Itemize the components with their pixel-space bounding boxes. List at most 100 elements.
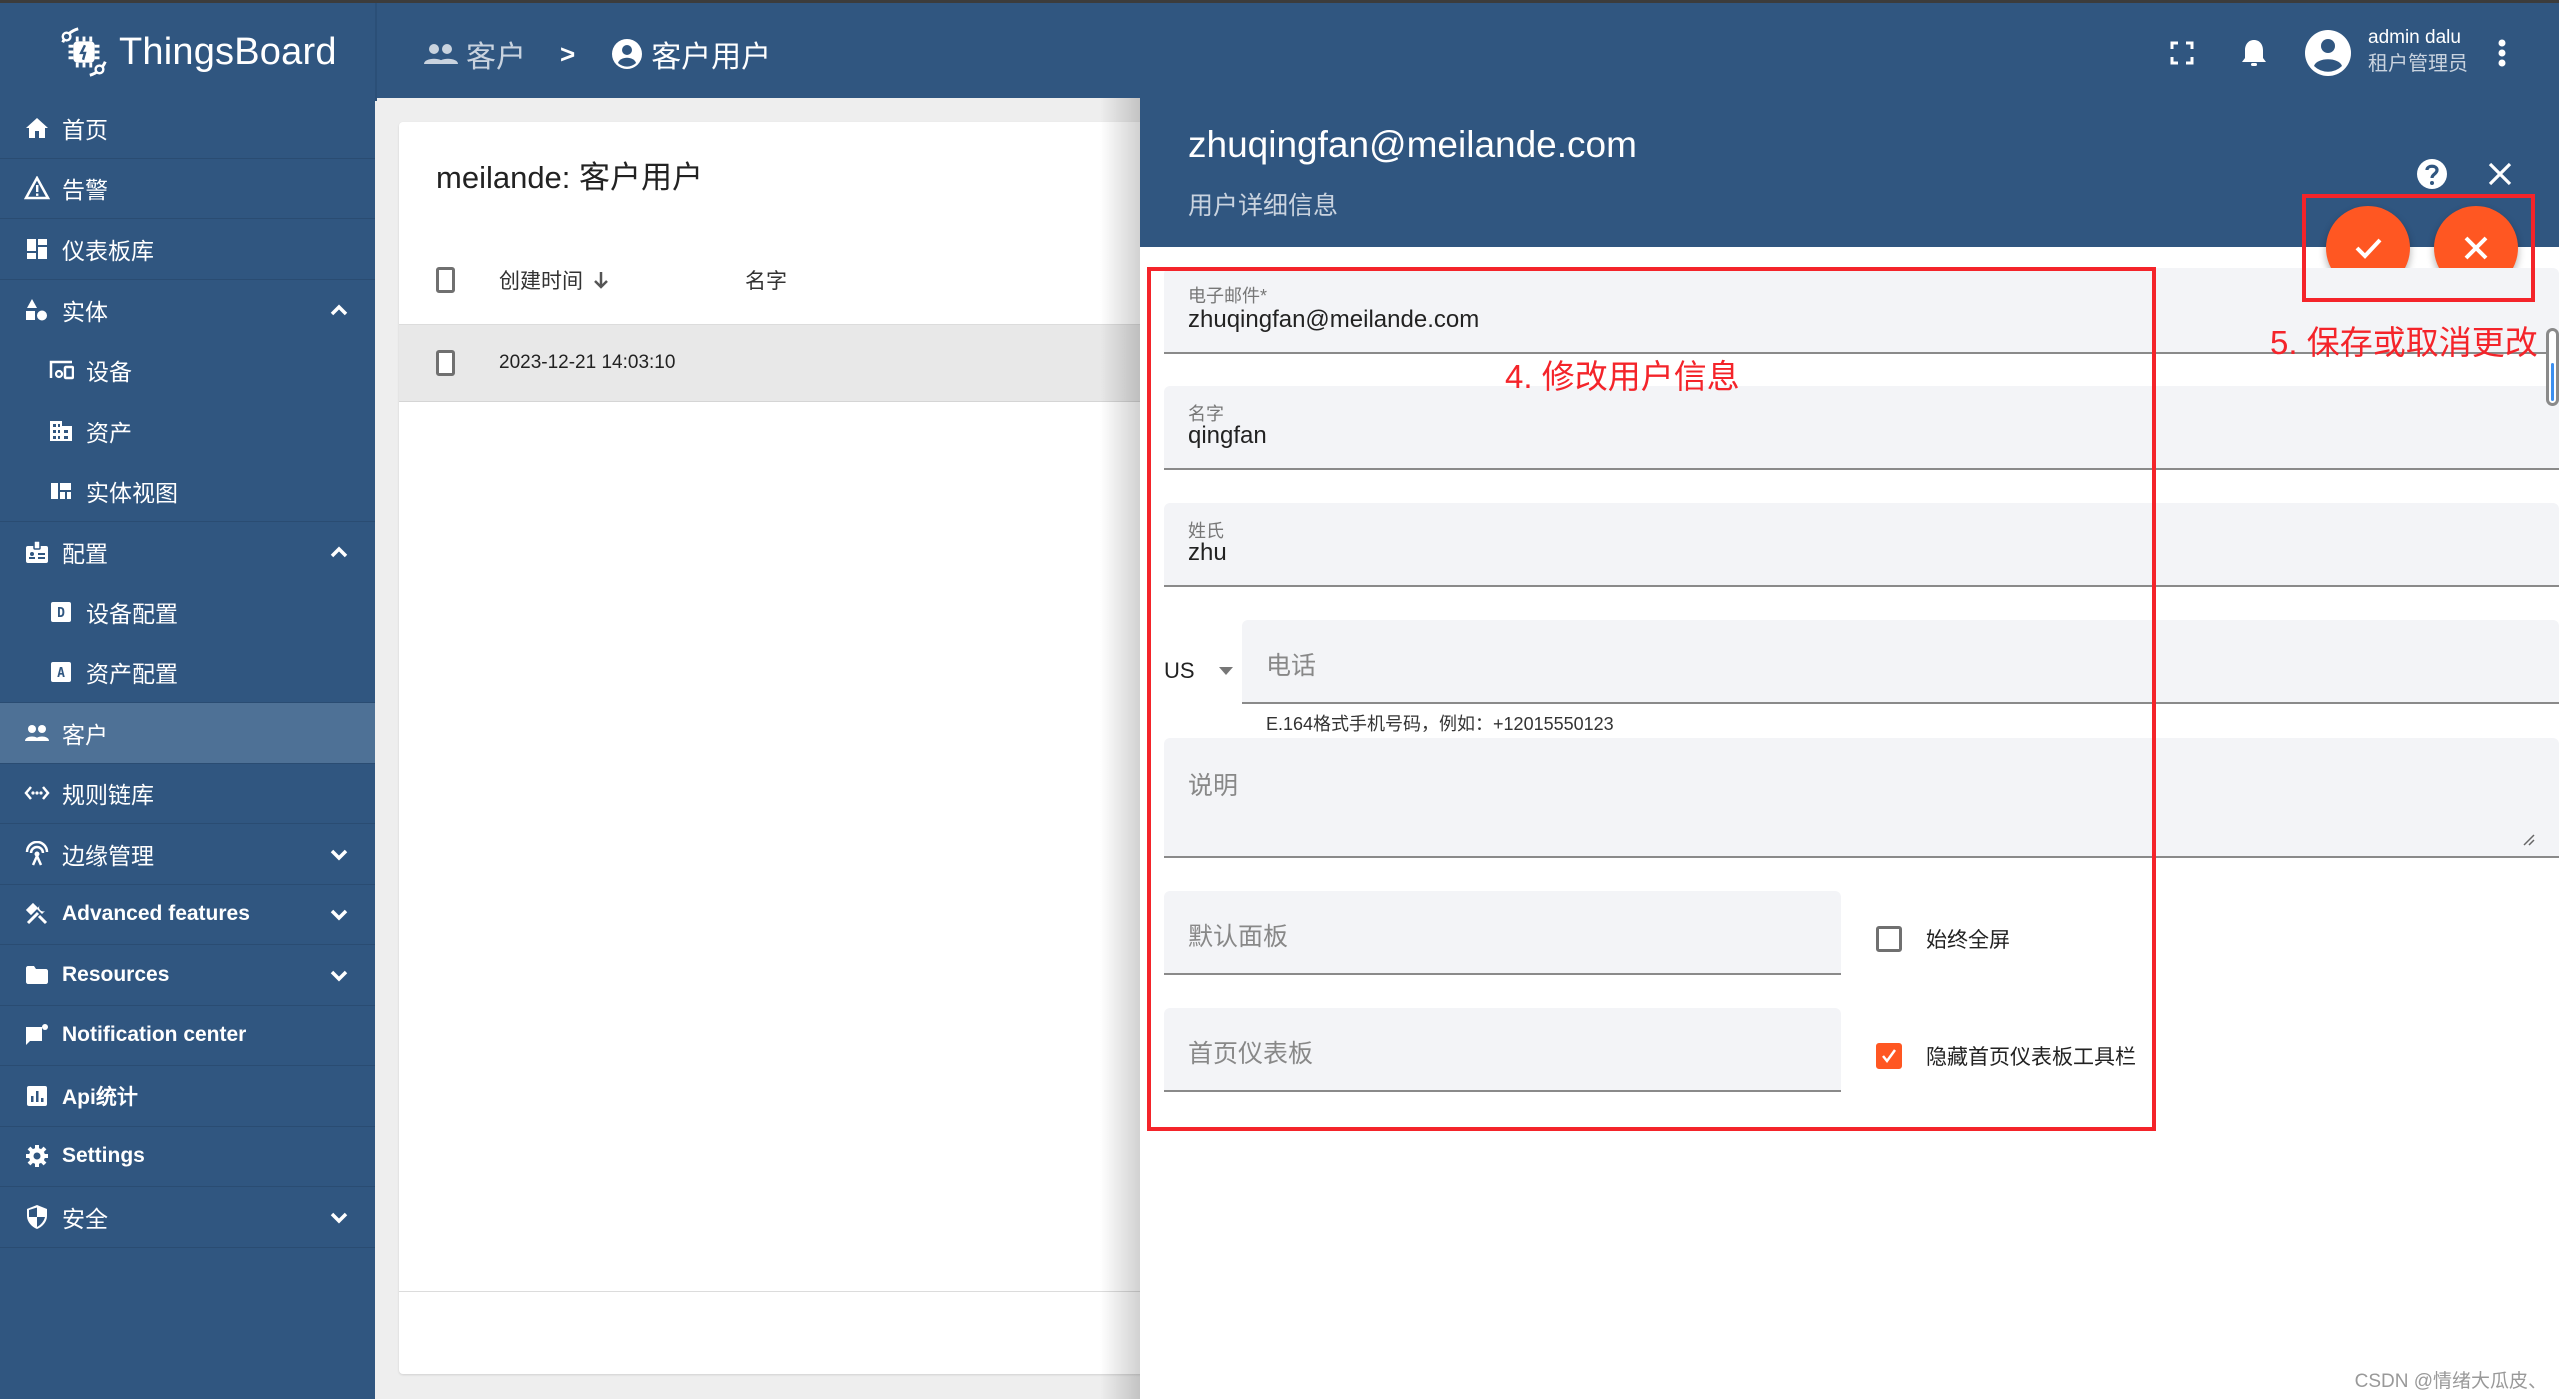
device-profile-icon: D xyxy=(48,599,74,625)
people-icon xyxy=(24,720,50,746)
sidebar-item-label: Resources xyxy=(62,962,170,986)
user-name: admin dalu xyxy=(2368,27,2461,48)
help-icon[interactable] xyxy=(2412,154,2452,194)
description-placeholder: 说明 xyxy=(1188,772,1239,800)
first-name-input[interactable] xyxy=(1188,422,2535,450)
sidebar-item-advanced-features[interactable]: Advanced features xyxy=(0,885,375,945)
scrollbar[interactable] xyxy=(2546,328,2559,406)
sidebar-item-label: 安全 xyxy=(62,1205,108,1232)
construction-icon xyxy=(24,901,50,927)
sidebar-item-profiles[interactable]: 配置 xyxy=(0,522,375,583)
dashboard-icon xyxy=(24,236,50,262)
sidebar-item-label: Settings xyxy=(62,1144,145,1168)
table-header: 创建时间 名字 xyxy=(399,235,1159,325)
warning-icon xyxy=(24,175,50,201)
sidebar-item-devices[interactable]: 设备 xyxy=(0,340,375,401)
sidebar-item-security[interactable]: 安全 xyxy=(0,1187,375,1248)
chevron-up-icon[interactable] xyxy=(327,298,351,322)
arrow-downward-icon xyxy=(594,271,608,289)
row-checkbox[interactable] xyxy=(436,350,455,376)
phone-hint: E.164格式手机号码，例如：+12015550123 xyxy=(1266,714,1614,734)
cell-created-time: 2023-12-21 14:03:10 xyxy=(499,352,676,373)
sidebar-item-edge-management[interactable]: 边缘管理 xyxy=(0,824,375,885)
sidebar-item-device-profiles[interactable]: D 设备配置 xyxy=(0,582,375,643)
resize-handle-icon[interactable] xyxy=(2521,832,2535,846)
default-dashboard-placeholder: 默认面板 xyxy=(1188,923,1289,951)
sidebar-item-label: Notification center xyxy=(62,1023,247,1047)
view-quilt-icon xyxy=(48,478,74,504)
chevron-up-icon[interactable] xyxy=(327,540,351,564)
phone-field[interactable]: 电话 xyxy=(1242,620,2559,704)
chevron-down-icon[interactable] xyxy=(327,1205,351,1229)
sidebar-item-entities[interactable]: 实体 xyxy=(0,280,375,341)
last-name-input[interactable] xyxy=(1188,539,2535,567)
sidebar-item-home[interactable]: 首页 xyxy=(0,98,375,159)
checkbox-label: 隐藏首页仪表板工具栏 xyxy=(1926,1046,2136,1069)
close-icon[interactable] xyxy=(2480,154,2520,194)
hide-home-toolbar-checkbox[interactable]: 隐藏首页仪表板工具栏 xyxy=(1876,1041,2136,1071)
account-circle-icon xyxy=(612,39,643,69)
chevron-down-icon[interactable] xyxy=(327,842,351,866)
fullscreen-button[interactable] xyxy=(2160,31,2204,75)
sidebar-item-label: 客户 xyxy=(62,721,108,748)
router-icon xyxy=(24,840,50,867)
first-name-field[interactable]: 名字 xyxy=(1164,386,2559,470)
default-dashboard-field[interactable]: 默认面板 xyxy=(1164,891,1841,975)
column-header-created-time[interactable]: 创建时间 xyxy=(499,265,611,295)
chevron-down-icon[interactable] xyxy=(327,963,351,987)
country-select[interactable]: US xyxy=(1164,658,1233,684)
svg-text:D: D xyxy=(57,606,65,621)
table-footer-divider xyxy=(399,1291,1159,1292)
sidebar-item-label: 设备 xyxy=(86,359,132,386)
sidebar-item-entity-views[interactable]: 实体视图 xyxy=(0,461,375,522)
sidebar-item-label: 配置 xyxy=(62,540,108,567)
sidebar-item-alarms[interactable]: 告警 xyxy=(0,159,375,219)
sidebar-item-label: 告警 xyxy=(62,177,108,204)
panel-shadow xyxy=(1100,98,1140,1399)
sidebar-item-rule-chains[interactable]: 规则链库 xyxy=(0,764,375,824)
more-menu-button[interactable] xyxy=(2480,31,2524,75)
app-logo[interactable]: ThingsBoard xyxy=(55,21,337,83)
sidebar-item-label: 设备配置 xyxy=(86,601,178,628)
sidebar-item-resources[interactable]: Resources xyxy=(0,945,375,1006)
user-info[interactable]: admin dalu 租户管理员 xyxy=(2368,25,2468,78)
breadcrumb-customer-users: 客户用户 xyxy=(611,32,771,76)
annotation-form-note: 4. 修改用户信息 xyxy=(1505,358,1740,395)
sidebar-item-label: 资产 xyxy=(86,419,132,446)
sidebar-item-customers[interactable]: 客户 xyxy=(0,703,375,764)
account-circle-icon[interactable] xyxy=(2304,29,2352,77)
sidebar-item-settings[interactable]: Settings xyxy=(0,1127,375,1187)
column-header-name[interactable]: 名字 xyxy=(745,265,787,295)
sidebar-item-asset-profiles[interactable]: A 资产配置 xyxy=(0,643,375,703)
devices-icon xyxy=(48,357,74,383)
customer-users-table: meilande: 客户用户 创建时间 名字 2023-12-21 14:03:… xyxy=(399,122,1159,1374)
sidebar-item-dashboards[interactable]: 仪表板库 xyxy=(0,219,375,280)
sidebar-item-label: 边缘管理 xyxy=(62,842,154,869)
always-fullscreen-checkbox[interactable]: 始终全屏 xyxy=(1876,924,2010,954)
check-icon xyxy=(1882,1049,1897,1064)
sidebar-item-assets[interactable]: 资产 xyxy=(0,401,375,462)
sidebar-item-label: 首页 xyxy=(62,116,108,143)
description-field[interactable]: 说明 xyxy=(1164,738,2559,858)
sidebar-item-api-usage[interactable]: Api统计 xyxy=(0,1066,375,1127)
security-icon xyxy=(24,1204,50,1230)
checkbox-unchecked[interactable] xyxy=(1876,926,1902,952)
breadcrumb-customers[interactable]: 客户 xyxy=(424,32,526,76)
svg-text:A: A xyxy=(57,666,65,681)
sidebar-item-notification-center[interactable]: Notification center xyxy=(0,1006,375,1066)
breadcrumb: 客户 > 客户用户 xyxy=(424,33,771,75)
insert-chart-icon xyxy=(24,1083,50,1109)
thingsboard-logo-icon xyxy=(61,27,107,77)
sidebar-item-label: 实体视图 xyxy=(86,479,178,506)
home-dashboard-field[interactable]: 首页仪表板 xyxy=(1164,1008,1841,1092)
checkbox-checked[interactable] xyxy=(1876,1043,1902,1069)
chevron-down-icon[interactable] xyxy=(327,902,351,926)
sidebar-item-label: 仪表板库 xyxy=(62,237,154,264)
select-all-checkbox[interactable] xyxy=(436,266,455,293)
notifications-button[interactable] xyxy=(2232,31,2276,75)
table-row[interactable]: 2023-12-21 14:03:10 xyxy=(399,325,1159,402)
domain-icon xyxy=(48,418,74,444)
sidebar-item-label: 资产配置 xyxy=(86,661,178,688)
details-subtitle: 用户详细信息 xyxy=(1188,192,1339,220)
last-name-field[interactable]: 姓氏 xyxy=(1164,503,2559,587)
